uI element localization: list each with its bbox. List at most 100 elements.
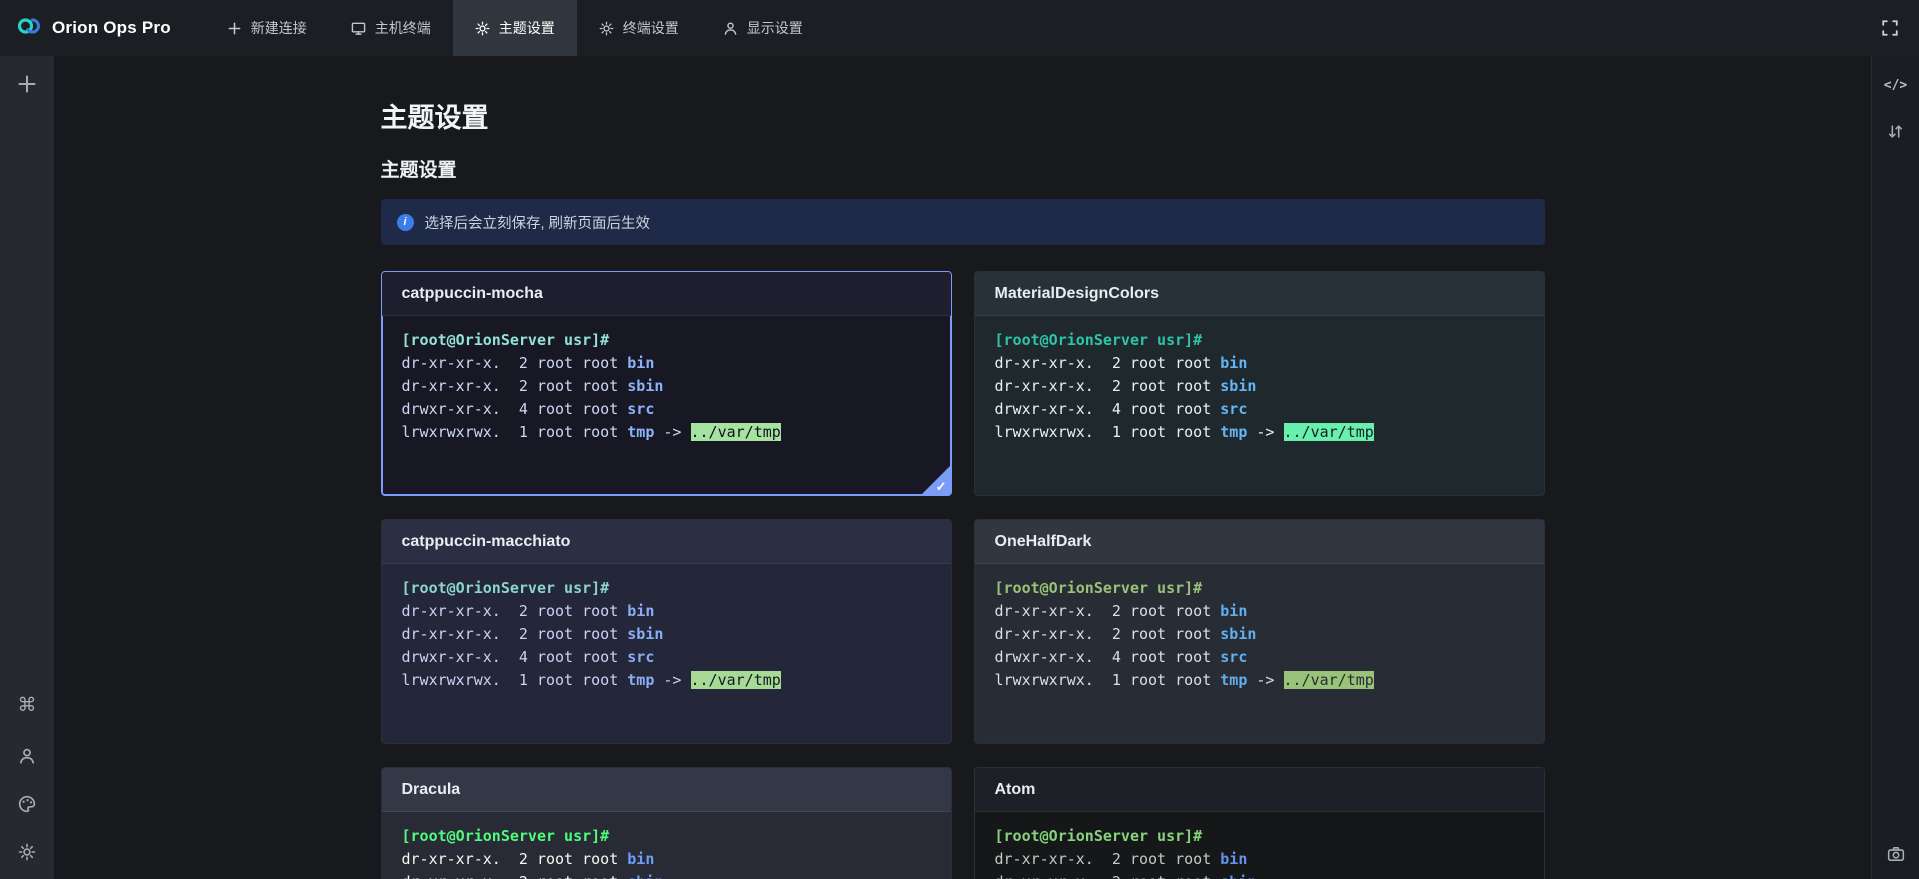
rightbar-bottom-group <box>1887 845 1905 863</box>
terminal-preview: [root@OrionServer usr]# dr-xr-xr-x. 2 roo… <box>975 812 1544 879</box>
nav-item-label: 主题设置 <box>499 18 555 38</box>
top-navbar: Orion Ops Pro 新建连接 主机终端 主题设置 终端设置 <box>0 0 1919 56</box>
terminal-dir: tmp <box>627 423 654 441</box>
app-logo[interactable]: Orion Ops Pro <box>16 13 171 44</box>
nav-item-theme-settings[interactable]: 主题设置 <box>453 0 577 56</box>
left-sidebar: ⌘ <box>0 56 54 879</box>
theme-card-catppuccin-mocha[interactable]: catppuccin-mocha [root@OrionServer usr]#… <box>381 271 952 496</box>
terminal-line: dr-xr-xr-x. 2 root root sbin <box>402 871 931 879</box>
terminal-line: [root@OrionServer usr]# <box>995 329 1524 352</box>
terminal-line: dr-xr-xr-x. 2 root root sbin <box>995 871 1524 879</box>
command-icon[interactable]: ⌘ <box>18 694 37 717</box>
terminal-line: dr-xr-xr-x. 2 root root sbin <box>995 623 1524 646</box>
terminal-dir: bin <box>627 602 654 620</box>
terminal-line: drwxr-xr-x. 4 root root src <box>995 646 1524 669</box>
terminal-line: dr-xr-xr-x. 2 root root bin <box>402 352 931 375</box>
settings-page: 主题设置 主题设置 i 选择后会立刻保存, 刷新页面后生效 catppuccin… <box>381 56 1545 879</box>
terminal-dir: src <box>1220 400 1247 418</box>
theme-name: Dracula <box>382 768 951 812</box>
terminal-dir: sbin <box>1220 873 1256 879</box>
terminal-dir: sbin <box>1220 377 1256 395</box>
logo-icon <box>16 13 42 44</box>
terminal-dir: sbin <box>627 377 663 395</box>
terminal-dir: tmp <box>1220 671 1247 689</box>
terminal-line: drwxr-xr-x. 4 root root src <box>995 398 1524 421</box>
settings-gear-icon[interactable] <box>18 843 36 861</box>
terminal-dir: src <box>627 648 654 666</box>
terminal-line: [root@OrionServer usr]# <box>995 825 1524 848</box>
nav-item-display-settings[interactable]: 显示设置 <box>701 0 825 56</box>
theme-name: catppuccin-macchiato <box>382 520 951 564</box>
terminal-symlink: ../var/tmp <box>691 423 781 441</box>
nav-item-host-terminal[interactable]: 主机终端 <box>329 0 453 56</box>
theme-card-materialdesigncolors[interactable]: MaterialDesignColors [root@OrionServer u… <box>974 271 1545 496</box>
nav-item-terminal-settings[interactable]: 终端设置 <box>577 0 701 56</box>
terminal-preview: [root@OrionServer usr]# dr-xr-xr-x. 2 roo… <box>382 564 951 692</box>
terminal-line: drwxr-xr-x. 4 root root src <box>402 398 931 421</box>
info-icon: i <box>397 214 414 231</box>
nav-item-label: 新建连接 <box>251 18 307 38</box>
code-icon[interactable]: </> <box>1884 78 1907 93</box>
terminal-symlink: ../var/tmp <box>1284 423 1374 441</box>
terminal-line: dr-xr-xr-x. 2 root root bin <box>995 600 1524 623</box>
terminal-line: lrwxrwxrwx. 1 root root tmp -> ../var/tm… <box>402 421 931 444</box>
nav-item-label: 终端设置 <box>623 18 679 38</box>
terminal-dir: sbin <box>627 873 663 879</box>
theme-name: catppuccin-mocha <box>382 272 951 316</box>
sidebar-bottom-group: ⌘ <box>18 694 37 861</box>
terminal-prompt: [root@OrionServer usr]# <box>995 579 1203 597</box>
nav-item-new-connection[interactable]: 新建连接 <box>205 0 329 56</box>
terminal-line: dr-xr-xr-x. 2 root root bin <box>402 600 931 623</box>
user-icon[interactable] <box>18 747 36 765</box>
terminal-dir: src <box>1220 648 1247 666</box>
terminal-dir: sbin <box>627 625 663 643</box>
theme-card-dracula[interactable]: Dracula [root@OrionServer usr]#dr-xr-xr-… <box>381 767 952 879</box>
terminal-dir: bin <box>1220 602 1247 620</box>
theme-grid: catppuccin-mocha [root@OrionServer usr]#… <box>381 271 1545 879</box>
sort-icon[interactable] <box>1887 123 1904 140</box>
app-title: Orion Ops Pro <box>52 18 171 38</box>
check-icon: ✓ <box>936 480 947 493</box>
terminal-line: [root@OrionServer usr]# <box>402 825 931 848</box>
terminal-line: dr-xr-xr-x. 2 root root bin <box>995 352 1524 375</box>
terminal-line: dr-xr-xr-x. 2 root root bin <box>402 848 931 871</box>
terminal-prompt: [root@OrionServer usr]# <box>995 331 1203 349</box>
terminal-line: dr-xr-xr-x. 2 root root sbin <box>995 375 1524 398</box>
terminal-dir: tmp <box>627 671 654 689</box>
terminal-line: dr-xr-xr-x. 2 root root sbin <box>402 623 931 646</box>
terminal-dir: tmp <box>1220 423 1247 441</box>
info-alert: i 选择后会立刻保存, 刷新页面后生效 <box>381 199 1545 245</box>
theme-palette-icon[interactable] <box>18 795 36 813</box>
nav-item-label: 主机终端 <box>375 18 431 38</box>
right-sidebar: </> <box>1871 56 1919 879</box>
add-connection-icon[interactable] <box>17 74 37 94</box>
terminal-symlink: ../var/tmp <box>1284 671 1374 689</box>
nav-item-label: 显示设置 <box>747 18 803 38</box>
page-title: 主题设置 <box>381 102 1545 134</box>
plus-icon <box>227 21 242 36</box>
terminal-line: lrwxrwxrwx. 1 root root tmp -> ../var/tm… <box>995 421 1524 444</box>
camera-icon[interactable] <box>1887 845 1905 863</box>
theme-card-atom[interactable]: Atom [root@OrionServer usr]#dr-xr-xr-x. … <box>974 767 1545 879</box>
terminal-dir: bin <box>627 354 654 372</box>
theme-gear-icon <box>475 21 490 36</box>
terminal-line: lrwxrwxrwx. 1 root root tmp -> ../var/tm… <box>995 669 1524 692</box>
terminal-prompt: [root@OrionServer usr]# <box>402 579 610 597</box>
terminal-monitor-icon <box>351 21 366 36</box>
terminal-line: drwxr-xr-x. 4 root root src <box>402 646 931 669</box>
main-content: 主题设置 主题设置 i 选择后会立刻保存, 刷新页面后生效 catppuccin… <box>54 56 1871 879</box>
alert-text: 选择后会立刻保存, 刷新页面后生效 <box>425 212 651 233</box>
terminal-preview: [root@OrionServer usr]#dr-xr-xr-x. 2 roo… <box>382 812 951 879</box>
theme-name: MaterialDesignColors <box>975 272 1544 316</box>
fullscreen-icon[interactable] <box>1881 19 1899 37</box>
terminal-line: lrwxrwxrwx. 1 root root tmp -> ../var/tm… <box>402 669 931 692</box>
terminal-line: dr-xr-xr-x. 2 root root sbin <box>402 375 931 398</box>
terminal-line: [root@OrionServer usr]# <box>402 329 931 352</box>
display-user-icon <box>723 21 738 36</box>
theme-card-onehalfdark[interactable]: OneHalfDark [root@OrionServer usr]#dr-xr… <box>974 519 1545 744</box>
main-nav: 新建连接 主机终端 主题设置 终端设置 显示设置 <box>205 0 825 56</box>
theme-card-catppuccin-macchiato[interactable]: catppuccin-macchiato [root@OrionServer u… <box>381 519 952 744</box>
terminal-preview: [root@OrionServer usr]# dr-xr-xr-x. 2 roo… <box>975 316 1544 444</box>
gear-icon <box>599 21 614 36</box>
terminal-dir: bin <box>1220 850 1247 868</box>
